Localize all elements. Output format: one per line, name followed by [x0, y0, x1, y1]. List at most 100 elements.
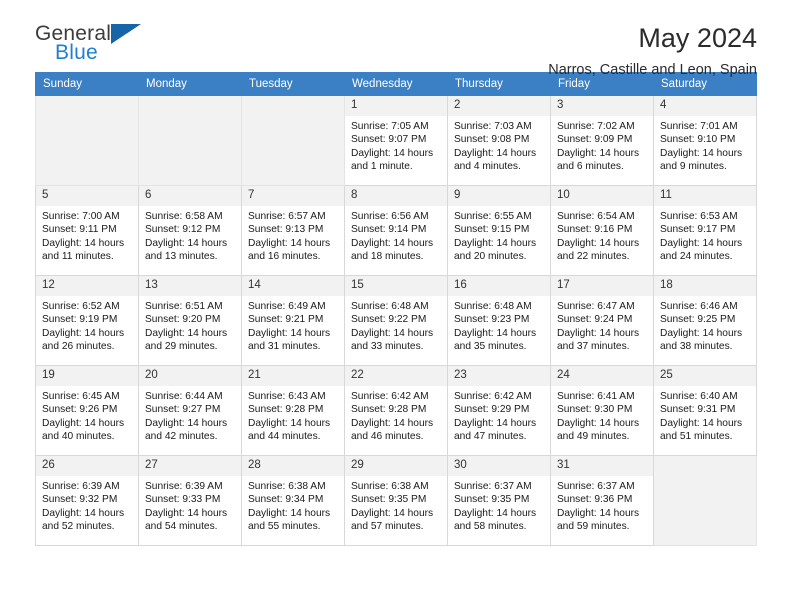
day-details: Sunrise: 6:41 AM Sunset: 9:30 PM Daylight:… [551, 386, 653, 443]
daylight-duration-line2: and 26 minutes. [42, 340, 115, 352]
day-number: 18 [654, 276, 756, 296]
daylight-duration-line1: Daylight: 14 hours [145, 327, 228, 339]
sunrise-time: Sunrise: 6:55 AM [454, 211, 532, 222]
calendar-day-cell[interactable]: 14 Sunrise: 6:49 AM Sunset: 9:21 PM Dayligh… [241, 275, 345, 366]
day-details: Sunrise: 6:47 AM Sunset: 9:24 PM Daylight:… [551, 296, 653, 353]
calendar-day-cell[interactable]: 17 Sunrise: 6:47 AM Sunset: 9:24 PM Dayligh… [550, 275, 654, 366]
sunrise-time: Sunrise: 7:03 AM [454, 121, 532, 132]
sunset-time: Sunset: 9:10 PM [660, 134, 736, 146]
calendar-day-cell[interactable]: 22 Sunrise: 6:42 AM Sunset: 9:28 PM Dayligh… [344, 365, 448, 456]
sunset-time: Sunset: 9:25 PM [660, 314, 736, 326]
daylight-duration-line2: and 59 minutes. [557, 520, 630, 532]
daylight-duration-line1: Daylight: 14 hours [660, 327, 743, 339]
calendar-day-cell[interactable]: 24 Sunrise: 6:41 AM Sunset: 9:30 PM Dayligh… [550, 365, 654, 456]
daylight-duration-line2: and 55 minutes. [248, 520, 321, 532]
day-details: Sunrise: 6:39 AM Sunset: 9:32 PM Daylight:… [36, 476, 138, 533]
calendar-day-cell[interactable]: 5 Sunrise: 7:00 AM Sunset: 9:11 PM Daylight… [35, 185, 139, 276]
daylight-duration-line1: Daylight: 14 hours [42, 327, 125, 339]
calendar-day-cell[interactable]: 28 Sunrise: 6:38 AM Sunset: 9:34 PM Dayligh… [241, 455, 345, 546]
sunset-time: Sunset: 9:23 PM [454, 314, 530, 326]
daylight-duration-line1: Daylight: 14 hours [145, 237, 228, 249]
daylight-duration-line1: Daylight: 14 hours [557, 507, 640, 519]
daylight-duration-line1: Daylight: 14 hours [454, 417, 537, 429]
sunrise-time: Sunrise: 7:02 AM [557, 121, 635, 132]
day-number: 28 [242, 456, 344, 476]
calendar-day-cell[interactable]: 26 Sunrise: 6:39 AM Sunset: 9:32 PM Dayligh… [35, 455, 139, 546]
calendar-day-cell[interactable]: 27 Sunrise: 6:39 AM Sunset: 9:33 PM Dayligh… [138, 455, 242, 546]
calendar-day-cell[interactable]: 29 Sunrise: 6:38 AM Sunset: 9:35 PM Dayligh… [344, 455, 448, 546]
sunrise-time: Sunrise: 6:41 AM [557, 391, 635, 402]
daylight-duration-line2: and 47 minutes. [454, 430, 527, 442]
sunrise-time: Sunrise: 6:48 AM [454, 301, 532, 312]
calendar-day-cell[interactable]: 12 Sunrise: 6:52 AM Sunset: 9:19 PM Dayligh… [35, 275, 139, 366]
calendar-day-cell[interactable]: 4 Sunrise: 7:01 AM Sunset: 9:10 PM Daylight… [653, 95, 757, 186]
daylight-duration-line2: and 51 minutes. [660, 430, 733, 442]
sunset-time: Sunset: 9:30 PM [557, 404, 633, 416]
page-subtitle: Narros, Castille and Leon, Spain [548, 62, 757, 78]
daylight-duration-line1: Daylight: 14 hours [42, 417, 125, 429]
calendar-day-cell[interactable]: 31 Sunrise: 6:37 AM Sunset: 9:36 PM Dayligh… [550, 455, 654, 546]
calendar-day-cell[interactable]: 1 Sunrise: 7:05 AM Sunset: 9:07 PM Daylight… [344, 95, 448, 186]
calendar-day-cell[interactable]: 21 Sunrise: 6:43 AM Sunset: 9:28 PM Dayligh… [241, 365, 345, 456]
calendar-day-cell[interactable]: 15 Sunrise: 6:48 AM Sunset: 9:22 PM Dayligh… [344, 275, 448, 366]
calendar-day-cell[interactable]: 19 Sunrise: 6:45 AM Sunset: 9:26 PM Dayligh… [35, 365, 139, 456]
daylight-duration-line2: and 24 minutes. [660, 250, 733, 262]
day-details: Sunrise: 6:37 AM Sunset: 9:36 PM Daylight:… [551, 476, 653, 533]
daylight-duration-line2: and 6 minutes. [557, 160, 624, 172]
daylight-duration-line2: and 37 minutes. [557, 340, 630, 352]
sunset-time: Sunset: 9:31 PM [660, 404, 736, 416]
day-number: 9 [448, 186, 550, 206]
day-number: 2 [448, 96, 550, 116]
sunrise-time: Sunrise: 6:51 AM [145, 301, 223, 312]
day-details: Sunrise: 6:54 AM Sunset: 9:16 PM Daylight:… [551, 206, 653, 263]
weekday-header-sunday: Sunday [35, 72, 139, 96]
brand-logo[interactable]: General Blue [35, 22, 165, 70]
daylight-duration-line1: Daylight: 14 hours [248, 507, 331, 519]
daylight-duration-line2: and 38 minutes. [660, 340, 733, 352]
day-details: Sunrise: 6:48 AM Sunset: 9:23 PM Daylight:… [448, 296, 550, 353]
day-details: Sunrise: 6:38 AM Sunset: 9:34 PM Daylight:… [242, 476, 344, 533]
calendar-day-cell[interactable]: 6 Sunrise: 6:58 AM Sunset: 9:12 PM Daylight… [138, 185, 242, 276]
sunrise-time: Sunrise: 6:44 AM [145, 391, 223, 402]
sunrise-time: Sunrise: 6:37 AM [557, 481, 635, 492]
day-number: 17 [551, 276, 653, 296]
sunset-time: Sunset: 9:28 PM [248, 404, 324, 416]
calendar-day-cell[interactable]: 30 Sunrise: 6:37 AM Sunset: 9:35 PM Dayligh… [447, 455, 551, 546]
calendar-day-cell[interactable]: 3 Sunrise: 7:02 AM Sunset: 9:09 PM Daylight… [550, 95, 654, 186]
sunset-time: Sunset: 9:09 PM [557, 134, 633, 146]
calendar-day-cell[interactable]: 25 Sunrise: 6:40 AM Sunset: 9:31 PM Dayligh… [653, 365, 757, 456]
day-number: 27 [139, 456, 241, 476]
calendar-day-cell[interactable]: 10 Sunrise: 6:54 AM Sunset: 9:16 PM Dayligh… [550, 185, 654, 276]
calendar-day-cell[interactable]: 13 Sunrise: 6:51 AM Sunset: 9:20 PM Dayligh… [138, 275, 242, 366]
calendar-day-cell[interactable]: 7 Sunrise: 6:57 AM Sunset: 9:13 PM Daylight… [241, 185, 345, 276]
calendar-day-cell[interactable]: 20 Sunrise: 6:44 AM Sunset: 9:27 PM Dayligh… [138, 365, 242, 456]
sunset-time: Sunset: 9:12 PM [145, 224, 221, 236]
calendar-day-cell[interactable]: 16 Sunrise: 6:48 AM Sunset: 9:23 PM Dayligh… [447, 275, 551, 366]
day-number: 4 [654, 96, 756, 116]
calendar-day-cell[interactable]: 8 Sunrise: 6:56 AM Sunset: 9:14 PM Daylight… [344, 185, 448, 276]
calendar-day-cell[interactable]: 11 Sunrise: 6:53 AM Sunset: 9:17 PM Dayligh… [653, 185, 757, 276]
sunrise-time: Sunrise: 6:39 AM [145, 481, 223, 492]
calendar-day-cell[interactable]: 9 Sunrise: 6:55 AM Sunset: 9:15 PM Daylight… [447, 185, 551, 276]
daylight-duration-line1: Daylight: 14 hours [351, 327, 434, 339]
daylight-duration-line2: and 52 minutes. [42, 520, 115, 532]
daylight-duration-line1: Daylight: 14 hours [557, 417, 640, 429]
sunrise-time: Sunrise: 6:43 AM [248, 391, 326, 402]
calendar-day-cell[interactable]: 23 Sunrise: 6:42 AM Sunset: 9:29 PM Dayligh… [447, 365, 551, 456]
day-details: Sunrise: 6:53 AM Sunset: 9:17 PM Daylight:… [654, 206, 756, 263]
calendar-day-cell-empty [138, 95, 242, 186]
day-details: Sunrise: 7:02 AM Sunset: 9:09 PM Daylight:… [551, 116, 653, 173]
page-title: May 2024 [638, 23, 757, 53]
day-number: 24 [551, 366, 653, 386]
daylight-duration-line2: and 54 minutes. [145, 520, 218, 532]
calendar-day-cell[interactable]: 18 Sunrise: 6:46 AM Sunset: 9:25 PM Dayligh… [653, 275, 757, 366]
sunset-time: Sunset: 9:28 PM [351, 404, 427, 416]
calendar-day-cell[interactable]: 2 Sunrise: 7:03 AM Sunset: 9:08 PM Daylight… [447, 95, 551, 186]
sunrise-time: Sunrise: 6:39 AM [42, 481, 120, 492]
daylight-duration-line1: Daylight: 14 hours [248, 237, 331, 249]
sunset-time: Sunset: 9:16 PM [557, 224, 633, 236]
sunrise-time: Sunrise: 6:37 AM [454, 481, 532, 492]
calendar-week-row: 1 Sunrise: 7:05 AM Sunset: 9:07 PM Daylight… [35, 95, 757, 186]
daylight-duration-line1: Daylight: 14 hours [557, 147, 640, 159]
day-number: 21 [242, 366, 344, 386]
